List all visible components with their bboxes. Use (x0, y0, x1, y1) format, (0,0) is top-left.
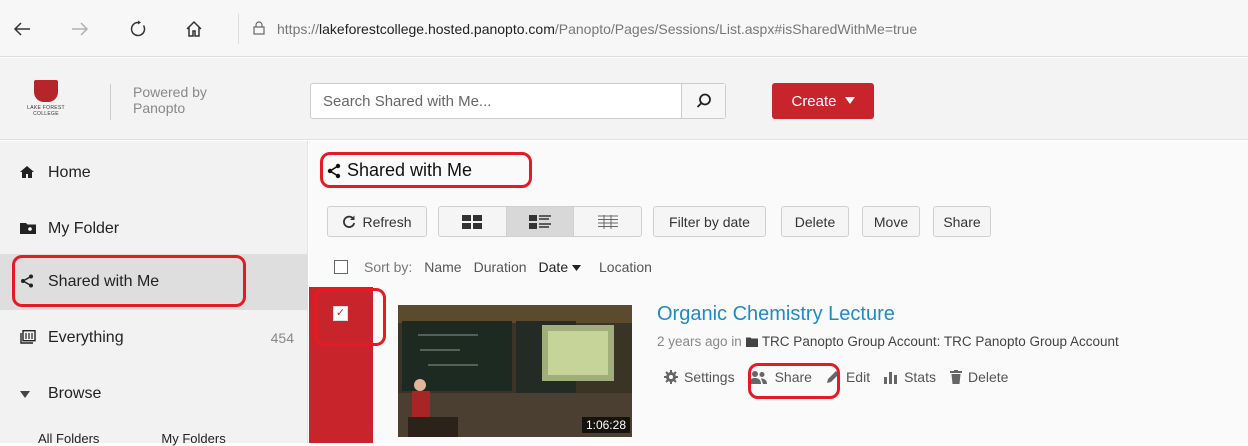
move-button[interactable]: Move (862, 206, 920, 237)
sidebar-item-everything[interactable]: Everything 454 (0, 310, 308, 366)
everything-icon (20, 329, 48, 347)
settings-label: Settings (684, 369, 735, 385)
sidebar-item-label: Home (48, 164, 91, 181)
sidebar-item-shared-with-me[interactable]: Shared with Me (0, 254, 308, 310)
home-browser-icon[interactable] (174, 9, 214, 49)
page-title: Shared with Me (327, 160, 472, 181)
select-all-checkbox[interactable] (334, 260, 348, 274)
share-label: Share (943, 213, 981, 230)
sort-duration[interactable]: Duration (474, 259, 527, 275)
recording-meta: 2 years ago in TRC Panopto Group Account… (657, 334, 1119, 349)
share-button[interactable]: Share (933, 206, 991, 237)
trash-icon (949, 370, 962, 384)
sidebar-item-label: Everything (48, 329, 124, 346)
stats-action[interactable]: Stats (884, 369, 936, 385)
search-box (310, 83, 726, 119)
edit-action[interactable]: Edit (826, 369, 870, 385)
recording-folder-link[interactable]: TRC Panopto Group Account: TRC Panopto G… (762, 334, 1119, 349)
filter-by-date-button[interactable]: Filter by date (653, 206, 766, 237)
share-action[interactable]: Share (748, 369, 812, 385)
stats-label: Stats (904, 369, 936, 385)
settings-action[interactable]: Settings (664, 369, 735, 385)
everything-count: 454 (270, 330, 294, 346)
lock-icon (253, 20, 265, 38)
delete-label: Delete (967, 369, 1009, 385)
pencil-icon (826, 371, 839, 383)
list-view-icon (597, 214, 618, 229)
refresh-icon (343, 215, 356, 228)
url-prefix: https:// (277, 21, 320, 37)
refresh-label: Refresh (362, 213, 412, 230)
grid-view-icon (462, 214, 483, 229)
sidebar-item-home[interactable]: Home (0, 145, 308, 201)
sidebar-item-label: Shared with Me (48, 273, 160, 290)
college-logo[interactable]: LAKE FOREST COLLEGE (24, 80, 68, 124)
sort-date[interactable]: Date (539, 259, 581, 275)
page-title-text: Shared with Me (347, 160, 473, 180)
edit-label: Edit (845, 369, 871, 385)
url-path: /Panopto/Pages/Sessions/List.aspx#isShar… (554, 21, 918, 37)
powered-line1: Powered by (133, 84, 207, 100)
url-domain: lakeforestcollege.hosted.panopto.com (319, 21, 555, 37)
logo-text: LAKE FOREST COLLEGE (27, 105, 65, 117)
recording-actions: Settings Share Edit Stats Delete (664, 369, 1022, 385)
row-checkbox[interactable]: ✓ (333, 306, 348, 321)
triangle-down-icon (20, 387, 48, 402)
delete-action[interactable]: Delete (949, 369, 1009, 385)
sort-name[interactable]: Name (424, 259, 461, 275)
gear-icon (664, 370, 678, 384)
college-crest-icon (34, 80, 58, 102)
sidebar-item-browse[interactable]: Browse (0, 366, 308, 422)
recording-title[interactable]: Organic Chemistry Lecture (657, 303, 895, 326)
browse-sub-links: All Folders My Folders (38, 431, 226, 446)
sidebar-item-my-folder[interactable]: My Folder (0, 201, 308, 257)
home-icon (20, 165, 48, 181)
folder-icon (20, 222, 48, 237)
create-label: Create (791, 92, 837, 110)
refresh-button[interactable]: Refresh (327, 206, 427, 237)
back-arrow-icon[interactable] (2, 9, 42, 49)
recording-age: 2 years ago in (657, 334, 742, 349)
sort-location[interactable]: Location (599, 259, 652, 275)
caret-down-icon (572, 265, 581, 271)
duration-badge: 1:06:28 (581, 417, 630, 433)
filter-label: Filter by date (669, 213, 750, 230)
users-icon (748, 371, 767, 384)
delete-label: Delete (794, 213, 836, 230)
folder-icon (745, 337, 758, 347)
detail-view-button[interactable] (506, 207, 575, 236)
share-label: Share (774, 369, 812, 385)
address-bar[interactable]: https://lakeforestcollege.hosted.panopto… (238, 14, 1248, 44)
reload-icon[interactable] (118, 9, 158, 49)
share-icon (327, 163, 341, 178)
powered-line2: Panopto (133, 100, 186, 116)
sidebar-item-label: My Folder (48, 220, 120, 237)
sort-by-label: Sort by: (364, 259, 413, 275)
powered-by-panopto: Powered by Panopto (110, 84, 207, 120)
sort-date-label: Date (538, 259, 569, 275)
list-view-button[interactable] (574, 207, 641, 236)
browser-toolbar: https://lakeforestcollege.hosted.panopto… (0, 0, 1248, 57)
share-icon (20, 274, 48, 291)
my-folders-link[interactable]: My Folders (161, 431, 225, 446)
search-button[interactable] (681, 84, 725, 118)
search-input[interactable] (311, 84, 681, 118)
sidebar-item-label: Browse (48, 385, 102, 402)
caret-down-icon (844, 97, 855, 104)
move-label: Move (873, 213, 909, 230)
detail-view-icon (529, 214, 551, 229)
forward-arrow-icon[interactable] (60, 9, 100, 49)
search-icon (696, 93, 711, 108)
sort-bar: Sort by: Name Duration Date Location (334, 259, 652, 275)
bar-chart-icon (884, 372, 898, 384)
create-button[interactable]: Create (772, 83, 874, 119)
all-folders-link[interactable]: All Folders (38, 431, 99, 446)
delete-button[interactable]: Delete (781, 206, 849, 237)
view-mode-switcher (438, 206, 642, 237)
thumbnail-view-button[interactable] (439, 207, 507, 236)
recording-thumbnail[interactable]: 1:06:28 (398, 305, 632, 437)
